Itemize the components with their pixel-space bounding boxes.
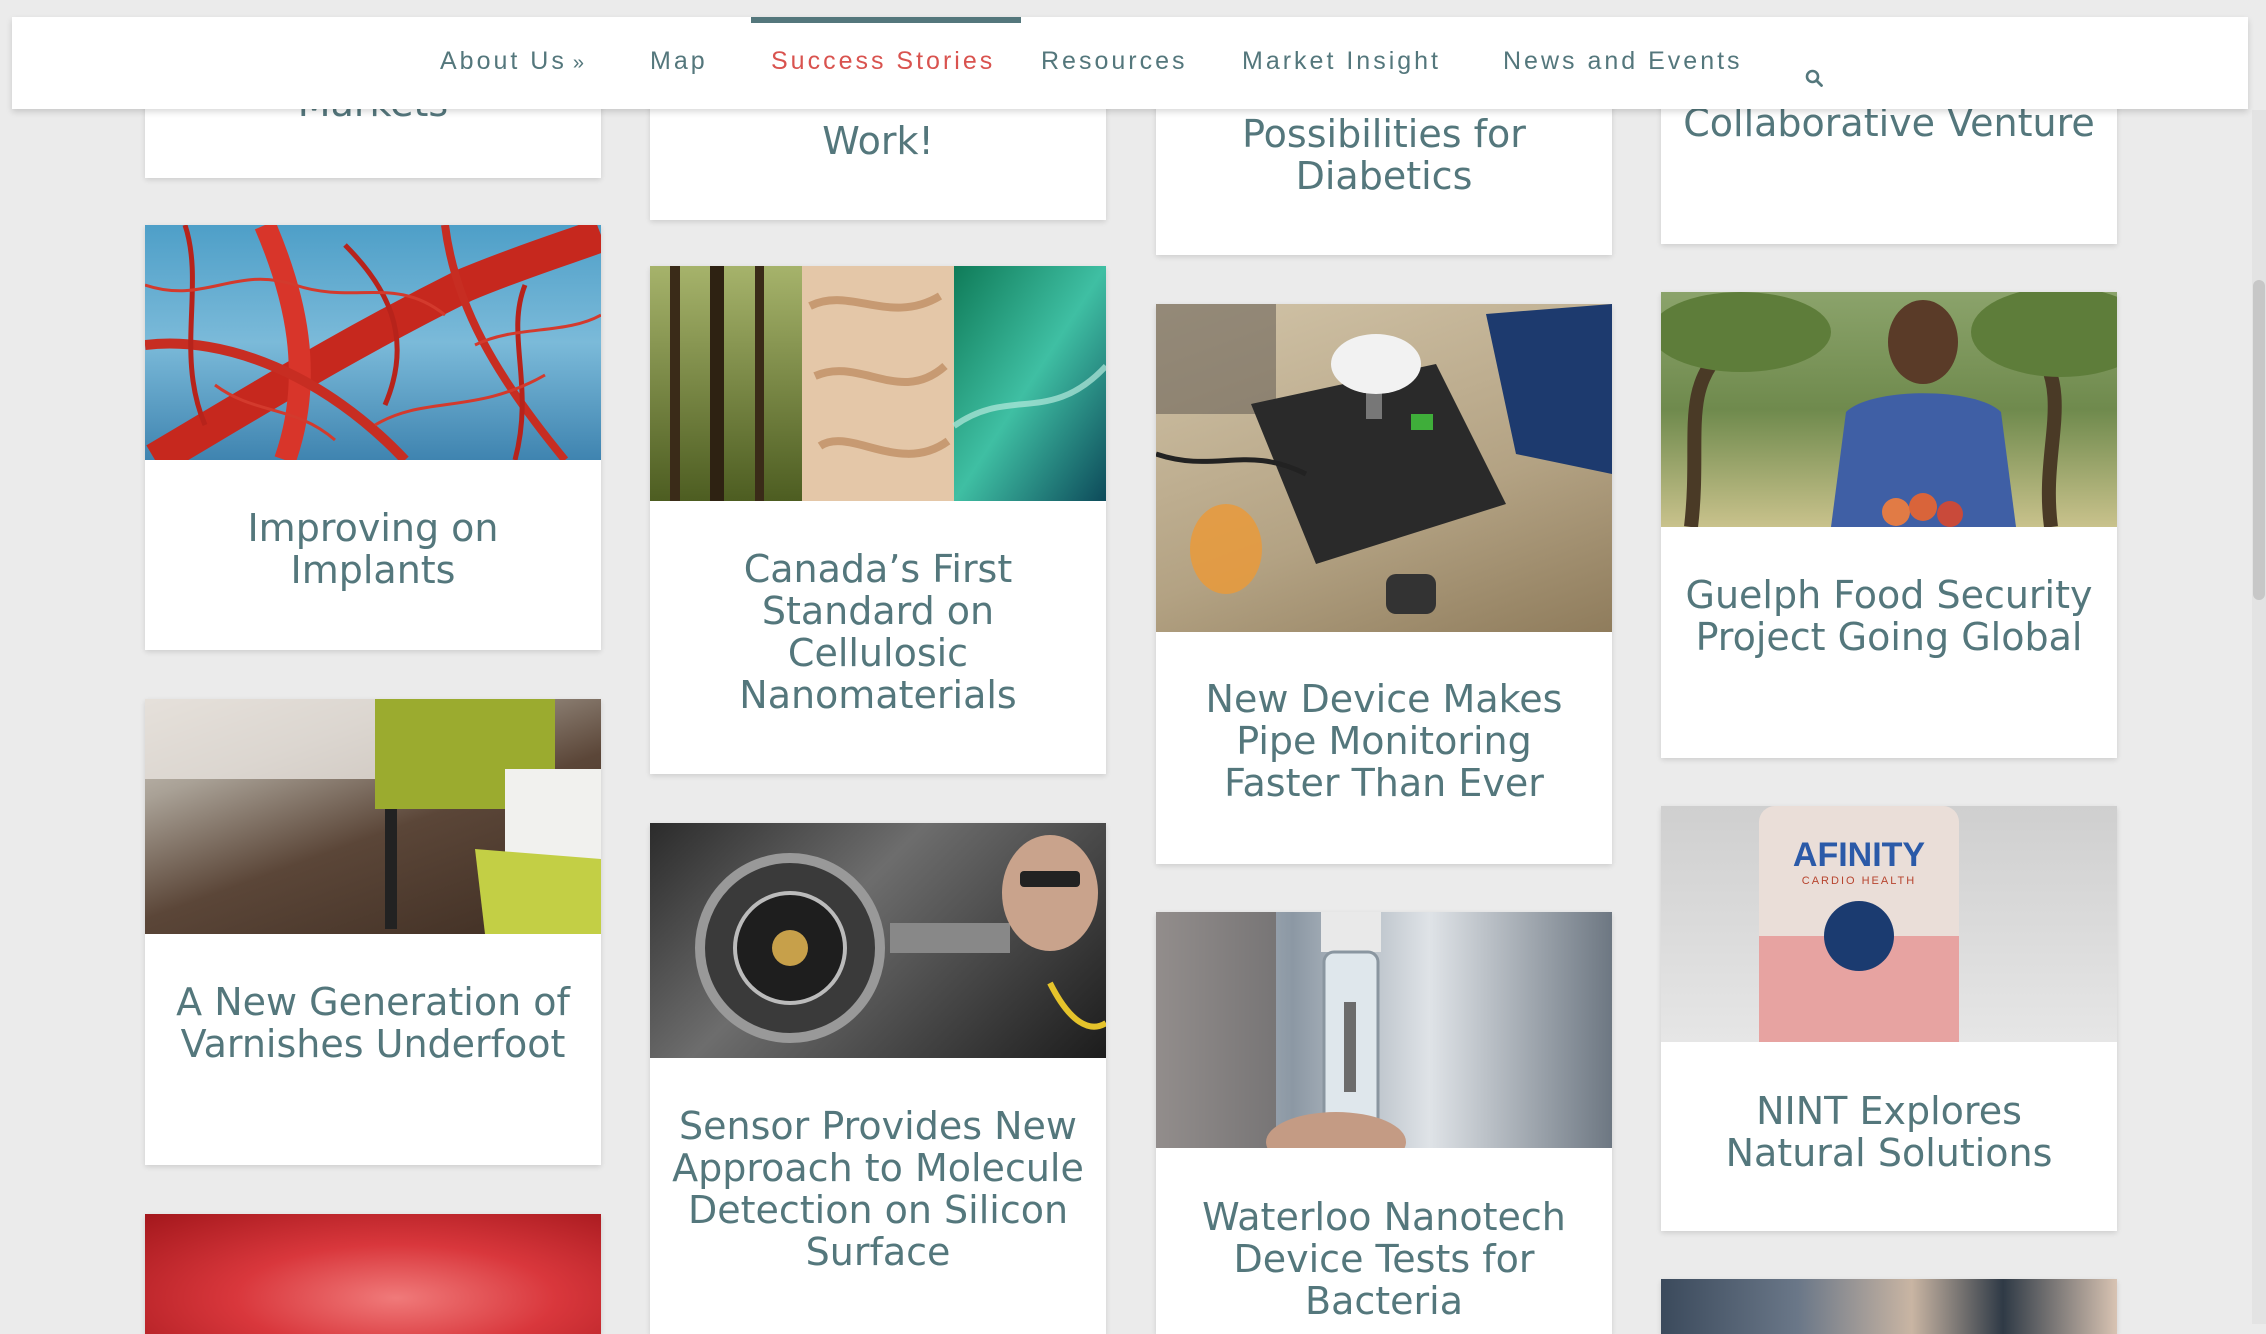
story-card-pipe-monitoring[interactable]: New Device Makes Pipe Monitoring Faster … (1156, 304, 1612, 864)
card-image[interactable] (1156, 912, 1612, 1148)
search-icon[interactable] (1805, 69, 1823, 87)
card-title[interactable]: Canada’s First Standard on Cellulosic Na… (670, 548, 1086, 716)
card-image[interactable] (650, 266, 1106, 501)
product-sub-label: CARDIO HEALTH (1802, 875, 1916, 887)
story-card-waterloo-bacteria[interactable]: Waterloo Nanotech Device Tests for Bacte… (1156, 912, 1612, 1334)
nav-about-us-label: About Us (440, 47, 567, 75)
product-brand-label: AFINITY (1793, 836, 1926, 874)
top-strip (0, 0, 2266, 16)
nav-about-us[interactable]: About Us» (440, 47, 587, 76)
nav-success-stories[interactable]: Success Stories (771, 47, 995, 76)
story-card-varnishes[interactable]: A New Generation of Varnishes Underfoot (145, 699, 601, 1165)
nav-resources[interactable]: Resources (1041, 47, 1188, 76)
orchard-image (1661, 292, 2117, 527)
story-card-nint-natural[interactable]: AFINITY CARDIO HEALTH NINT Explores Natu… (1661, 806, 2117, 1231)
chevron-down-icon: » (572, 52, 587, 74)
card-image[interactable] (145, 1214, 601, 1334)
nav-map[interactable]: Map (650, 47, 708, 76)
story-card-sensor-silicon[interactable]: Sensor Provides New Approach to Molecule… (650, 823, 1106, 1334)
story-card-improving-on-implants[interactable]: Improving on Implants (145, 225, 601, 650)
lab-equipment-image (695, 835, 1106, 1043)
story-card-cellulosic-nanomaterials[interactable]: Canada’s First Standard on Cellulosic Na… (650, 266, 1106, 774)
card-title[interactable]: Sensor Provides New Approach to Molecule… (670, 1105, 1086, 1273)
card-title[interactable]: Waterloo Nanotech Device Tests for Bacte… (1176, 1196, 1592, 1322)
scrollbar-thumb[interactable] (2253, 280, 2265, 600)
vial-image (1156, 912, 1406, 1148)
card-title[interactable]: NINT Explores Natural Solutions (1681, 1090, 2097, 1174)
card-title: Work! (822, 119, 934, 163)
forest-wood-image (650, 266, 1106, 501)
supplement-bottle-image: AFINITY CARDIO HEALTH (1759, 806, 1959, 1042)
card-title[interactable]: New Device Makes Pipe Monitoring Faster … (1176, 678, 1592, 804)
wood-floor-image (145, 699, 601, 934)
card-title[interactable]: Guelph Food Security Project Going Globa… (1681, 574, 2097, 658)
card-image[interactable] (1661, 292, 2117, 527)
story-card-partial[interactable] (145, 1214, 601, 1334)
card-title[interactable]: A New Generation of Varnishes Underfoot (165, 981, 581, 1065)
card-image[interactable] (650, 823, 1106, 1058)
card-title[interactable]: Improving on Implants (165, 507, 581, 591)
card-image[interactable] (145, 699, 601, 934)
device-testing-image (1156, 304, 1612, 614)
blood-vessels-image (145, 225, 601, 460)
card-image[interactable]: AFINITY CARDIO HEALTH (1661, 806, 2117, 1042)
card-image[interactable] (145, 225, 601, 460)
active-tab-indicator (751, 17, 1021, 23)
card-image[interactable] (1661, 1279, 2117, 1334)
main-navigation: About Us» Map Success Stories Resources … (12, 17, 2248, 109)
card-image[interactable] (1156, 304, 1612, 632)
story-card-partial[interactable] (1661, 1279, 2117, 1334)
card-title: Possibilities for Diabetics (1242, 112, 1526, 198)
story-card-guelph-food[interactable]: Guelph Food Security Project Going Globa… (1661, 292, 2117, 758)
nav-market-insight[interactable]: Market Insight (1242, 47, 1441, 76)
nav-news-and-events[interactable]: News and Events (1503, 47, 1743, 76)
page-scrollbar[interactable] (2252, 110, 2266, 1324)
